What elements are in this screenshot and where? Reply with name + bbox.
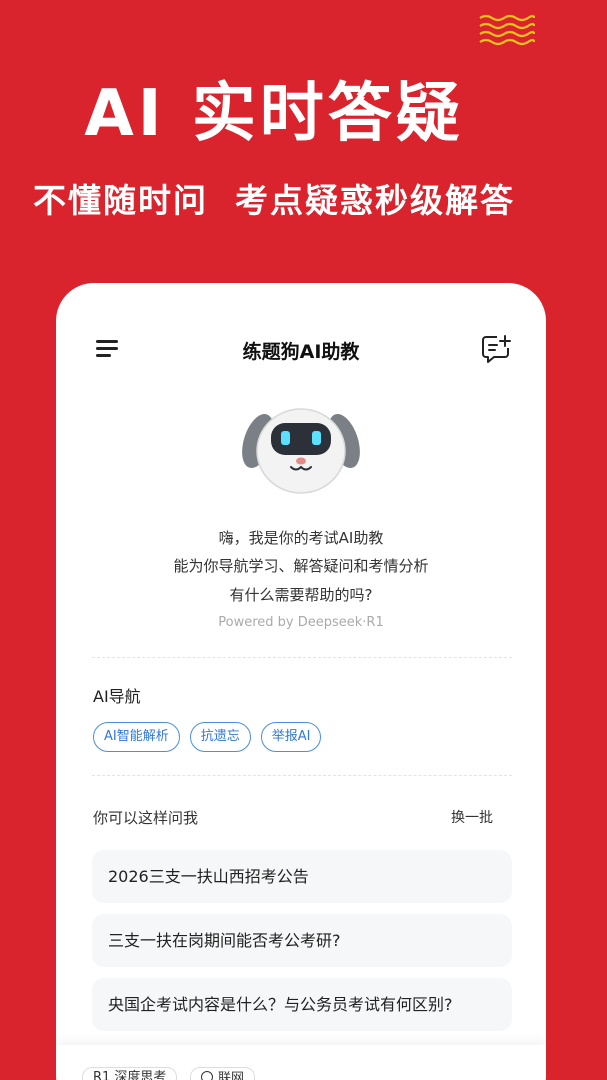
- ai-nav-tags: AI智能解析 抗遗忘 举报AI: [93, 722, 322, 752]
- web-search-chip[interactable]: 联网: [190, 1067, 256, 1080]
- page-title: 练题狗AI助教: [242, 341, 360, 363]
- wave-decoration-icon: [479, 14, 536, 46]
- tag-report-ai[interactable]: 举报AI: [260, 722, 322, 752]
- divider: [92, 775, 512, 776]
- tag-anti-forget[interactable]: 抗遗忘: [189, 722, 251, 752]
- tag-ai-analysis[interactable]: AI智能解析: [93, 722, 180, 752]
- deep-think-chip[interactable]: R1 深度思考: [82, 1067, 178, 1080]
- robot-dog-mascot-icon: [242, 408, 360, 494]
- new-chat-icon[interactable]: [480, 333, 512, 365]
- divider: [92, 657, 512, 658]
- greeting-line-1: 嗨，我是你的考试AI助教: [218, 529, 384, 547]
- powered-by-text: Powered by Deepseek·R1: [218, 615, 384, 630]
- suggestion-item[interactable]: 央国企考试内容是什么？与公务员考试有何区别?: [92, 978, 512, 1031]
- web-search-label: 联网: [218, 1071, 245, 1080]
- suggestion-item[interactable]: 三支一扶在岗期间能否考公考研?: [92, 914, 512, 967]
- greeting-line-3: 有什么需要帮助的吗?: [229, 586, 373, 604]
- globe-icon: [201, 1071, 213, 1080]
- suggestions-label: 你可以这样问我: [93, 809, 199, 827]
- suggestion-item[interactable]: 2026三支一扶山西招考公告: [92, 850, 512, 903]
- refresh-button[interactable]: 换一批: [451, 807, 493, 827]
- app-header: 练题狗AI助教: [56, 333, 546, 367]
- greeting-line-2: 能为你导航学习、解答疑问和考情分析: [173, 557, 429, 575]
- bottom-input-bar: R1 深度思考 联网: [56, 1045, 546, 1080]
- hero-title: AI 实时答疑: [84, 77, 464, 151]
- hero-subtitle: 不懂随时问 考点疑惑秒级解答: [33, 181, 515, 220]
- phone-card: 练题狗AI助教 嗨，我是你的考试AI助教 能为你导航学习、解答疑问和考情分析 有…: [56, 283, 546, 1080]
- ai-nav-label: AI导航: [93, 687, 141, 706]
